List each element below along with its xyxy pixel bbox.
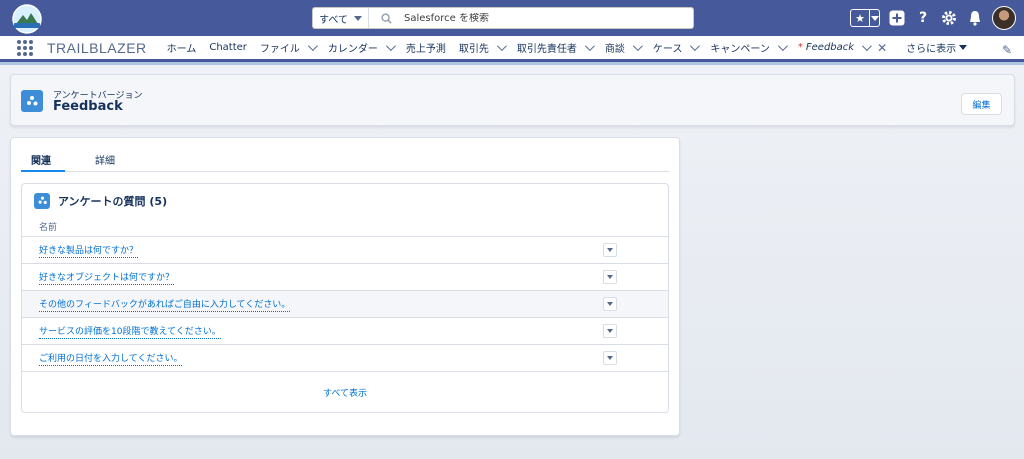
nav-item-label: キャンペーン <box>710 44 770 55</box>
related-list-rows: 好きな製品は何ですか？ 好きなオブジェクトは何ですか？ その他のフィードバックがあれ… <box>22 237 668 372</box>
chevron-down-icon[interactable] <box>690 41 701 52</box>
column-header-name: 名前 <box>22 217 668 237</box>
nav-item-label: ファイル <box>259 44 300 55</box>
row-actions-button[interactable] <box>603 351 617 365</box>
table-row: ご利用の日付を入力してください。 <box>22 345 668 372</box>
caret-down-icon <box>607 302 613 306</box>
unsaved-marker: * <box>797 42 803 53</box>
nav-item[interactable]: ケース <box>653 36 705 59</box>
nav-item-label: カレンダー <box>327 44 378 55</box>
nav-tab-feedback[interactable]: * Feedback ✕ <box>798 36 894 59</box>
global-search: すべて <box>312 7 694 29</box>
record-detail-card: 関連 詳細 アンケートの質問 (5) 名前 好きな製品は何ですか？ 好きなオブジェク… <box>10 137 680 436</box>
chevron-down-icon[interactable] <box>584 41 595 52</box>
record-tab[interactable]: 関連 <box>21 146 65 172</box>
app-name: TRAILBLAZER <box>47 39 147 56</box>
row-actions-button[interactable] <box>603 270 617 284</box>
row-actions-button[interactable] <box>603 243 617 257</box>
caret-down-icon <box>353 15 362 21</box>
nav-item-label: 売上予測 <box>405 44 446 55</box>
search-scope-dropdown[interactable]: すべて <box>313 8 369 28</box>
caret-down-icon <box>607 329 613 333</box>
record-tab[interactable]: 詳細 <box>83 146 127 172</box>
caret-down-icon <box>959 45 968 50</box>
caret-down-icon <box>607 275 613 279</box>
nav-item-label: ケース <box>652 44 683 55</box>
star-icon[interactable]: ★ <box>851 10 869 26</box>
chevron-down-icon[interactable] <box>496 41 507 52</box>
trailhead-logo[interactable] <box>12 4 42 34</box>
question-link[interactable]: 好きなオブジェクトは何ですか？ <box>39 270 175 285</box>
nav-item-label: Chatter <box>209 42 247 53</box>
gear-icon[interactable] <box>940 9 958 27</box>
table-row: その他のフィードバックがあればご自由に入力してください。 <box>22 291 668 318</box>
nav-item[interactable]: キャンペーン <box>710 36 792 59</box>
nav-item[interactable]: 取引先責任者 <box>517 36 599 59</box>
table-row: 好きなオブジェクトは何ですか？ <box>22 264 668 291</box>
nav-item[interactable]: 取引先 <box>459 36 511 59</box>
chevron-down-icon[interactable] <box>307 41 318 52</box>
question-link[interactable]: 好きな製品は何ですか？ <box>39 243 139 258</box>
pencil-icon[interactable]: ✎ <box>1002 43 1012 57</box>
chevron-down-icon[interactable] <box>385 41 396 52</box>
related-list-card: アンケートの質問 (5) 名前 好きな製品は何ですか？ 好きなオブジェクトは何です… <box>21 183 669 413</box>
nav-tab-feedback-label: Feedback <box>805 42 855 53</box>
search-scope-label: すべて <box>319 14 348 26</box>
favorites-button[interactable]: ★ <box>850 9 880 27</box>
question-link[interactable]: ご利用の日付を入力してください。 <box>39 351 183 366</box>
plus-icon[interactable] <box>888 9 906 27</box>
question-link[interactable]: サービスの評価を10段階で教えてください。 <box>39 324 221 339</box>
nav-item-label: 取引先 <box>458 44 489 55</box>
record-header: アンケートバージョン Feedback 編集 <box>10 74 1015 126</box>
caret-down-icon <box>607 356 613 360</box>
table-row: サービスの評価を10段階で教えてください。 <box>22 318 668 345</box>
nav-item[interactable]: ホーム <box>167 36 204 59</box>
favorites-dropdown-icon[interactable] <box>869 10 879 26</box>
caret-down-icon <box>607 248 613 252</box>
table-row: 好きな製品は何ですか？ <box>22 237 668 264</box>
nav-item-label: 商談 <box>604 44 625 55</box>
nav-item-label: 取引先責任者 <box>516 44 577 55</box>
record-tabs: 関連 詳細 <box>21 146 669 172</box>
related-list-header: アンケートの質問 (5) <box>22 184 668 217</box>
chevron-down-icon[interactable] <box>862 41 872 52</box>
chevron-down-icon[interactable] <box>777 41 788 52</box>
survey-version-icon <box>21 90 43 112</box>
chevron-down-icon[interactable] <box>632 41 643 52</box>
nav-items: ホーム Chatter ファイル カレンダー 売上予測 取引先 取引先責任者 商談 ケース キャン… <box>167 36 798 59</box>
related-list-title[interactable]: アンケートの質問 (5) <box>58 193 167 209</box>
row-actions-button[interactable] <box>603 297 617 311</box>
question-link[interactable]: その他のフィードバックがあればご自由に入力してください。 <box>39 297 291 312</box>
nav-item[interactable]: カレンダー <box>328 36 400 59</box>
global-header: すべて ★ ? <box>0 0 1024 36</box>
nav-more-button[interactable]: さらに表示 <box>906 40 968 55</box>
nav-item[interactable]: 売上予測 <box>406 36 453 59</box>
row-actions-button[interactable] <box>603 324 617 338</box>
nav-item[interactable]: ファイル <box>260 36 322 59</box>
search-box <box>369 8 693 28</box>
nav-item[interactable]: 商談 <box>605 36 647 59</box>
search-input[interactable] <box>404 12 664 24</box>
help-icon[interactable]: ? <box>914 9 932 27</box>
user-avatar[interactable] <box>992 6 1016 30</box>
app-launcher-icon[interactable] <box>17 39 33 56</box>
bell-icon[interactable] <box>966 9 984 27</box>
header-actions: ★ ? <box>850 6 1016 30</box>
edit-button[interactable]: 編集 <box>961 93 1002 115</box>
record-title: Feedback <box>53 99 123 114</box>
nav-more-label: さらに表示 <box>906 44 957 55</box>
close-icon[interactable]: ✕ <box>877 41 887 55</box>
nav-item-label: ホーム <box>166 44 197 55</box>
search-icon <box>381 12 392 24</box>
survey-question-icon <box>34 192 50 209</box>
nav-item[interactable]: Chatter <box>209 36 254 59</box>
app-navigation: TRAILBLAZER ホーム Chatter ファイル カレンダー 売上予測 取引先 取引… <box>0 36 1024 62</box>
view-all-link[interactable]: すべて表示 <box>22 372 668 412</box>
